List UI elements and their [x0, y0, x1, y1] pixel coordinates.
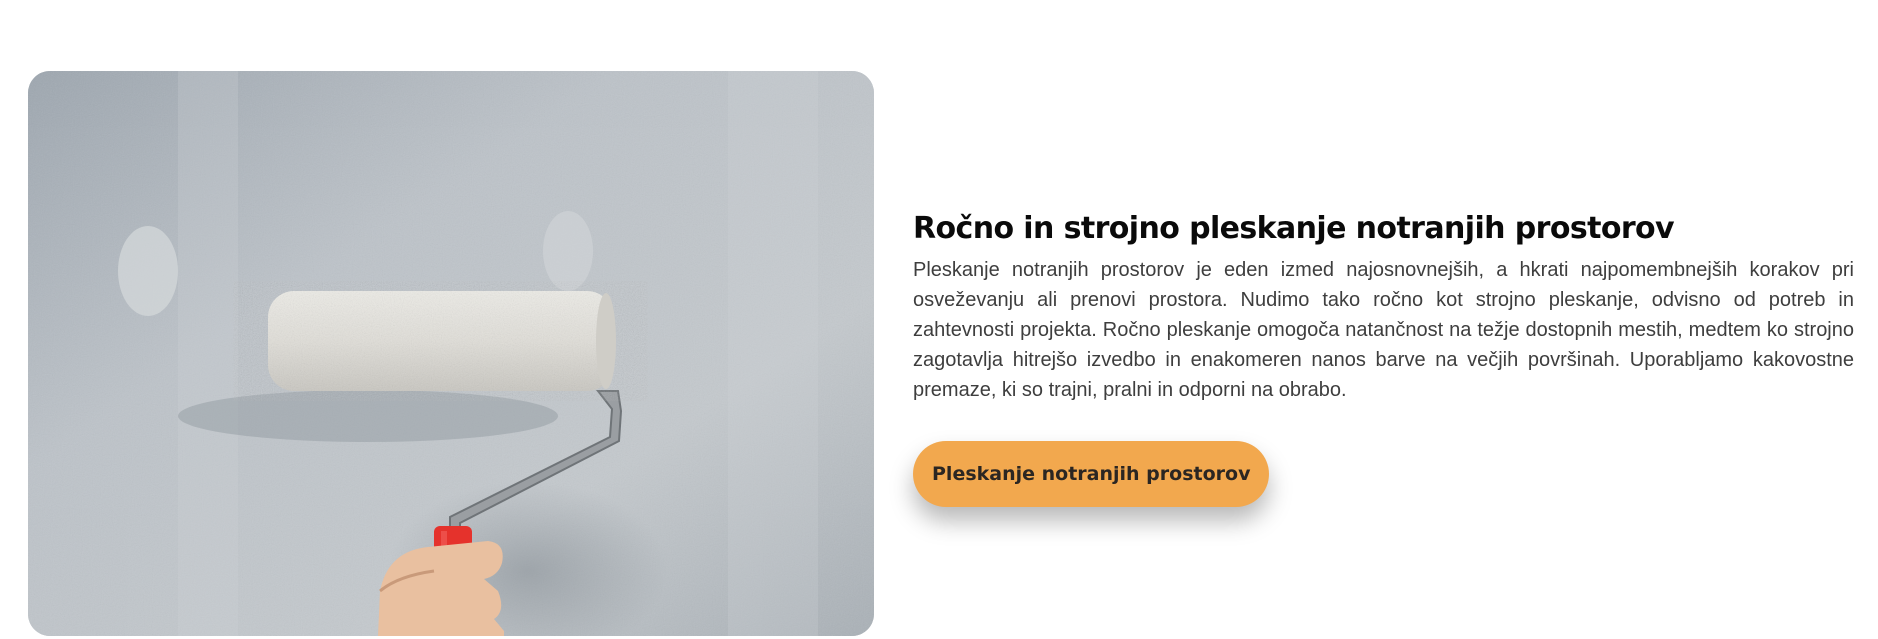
paint-roller-illustration	[28, 71, 874, 636]
service-description: Pleskanje notranjih prostorov je eden iz…	[913, 259, 1854, 401]
service-heading: Ročno in strojno pleskanje notranjih pro…	[913, 211, 1675, 246]
service-cta-button[interactable]: Pleskanje notranjih prostorov	[913, 441, 1270, 507]
service-photo	[28, 71, 874, 636]
service-section: Ročno in strojno pleskanje notranjih pro…	[0, 0, 1878, 639]
service-content: Ročno in strojno pleskanje notranjih pro…	[913, 205, 1854, 405]
